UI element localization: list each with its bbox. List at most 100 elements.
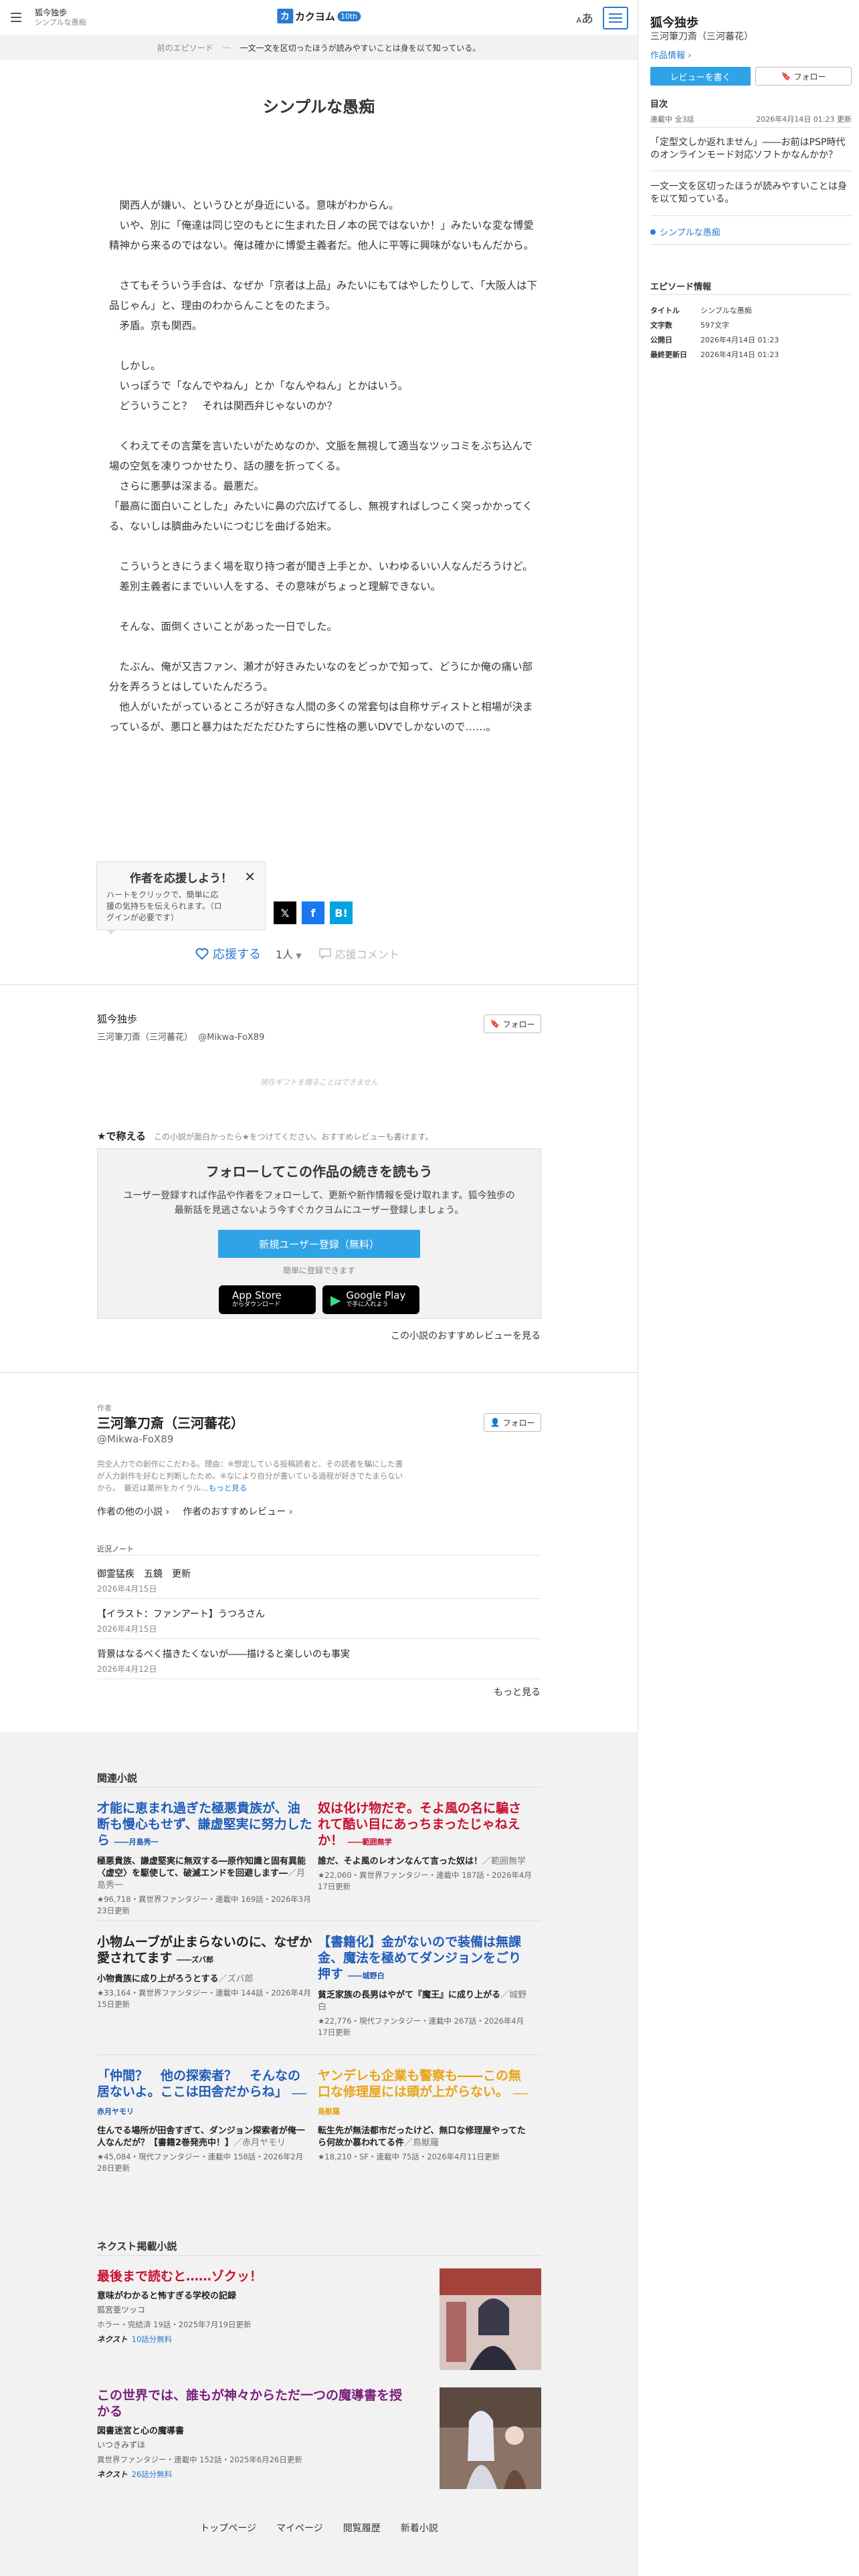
google-play-sub: で手に入れよう: [346, 1301, 389, 1308]
google-play-label: Google Play: [346, 1289, 406, 1301]
author-other-works-label: 作者の他の小説: [97, 1507, 163, 1517]
related-catch[interactable]: 小物ムーブが止まらないのに、なぜか愛されてます ――ズバ郎: [97, 1934, 312, 1968]
work-info-link[interactable]: 作品情報 ›: [650, 48, 691, 61]
episode-paragraph: [109, 336, 541, 356]
sidebar-follow-button[interactable]: 🔖 フォロー: [755, 67, 852, 86]
related-title-text: 小物貴族に成り上がろうとする: [97, 1974, 219, 1984]
author-follow-button[interactable]: 👤 フォロー: [484, 1413, 541, 1432]
support-popup: 作者を応援しよう！ ✕ ハートをクリックで、簡単に応援の気持ちを伝えられます。（…: [96, 861, 266, 934]
font-setting-button[interactable]: Aあ: [576, 9, 593, 27]
cheer-count-toggle[interactable]: 1人 ▼: [276, 946, 302, 962]
app-store-sub: からダウンロード: [232, 1301, 281, 1308]
cheer-button[interactable]: 応援する: [195, 945, 261, 962]
episode-paragraph: くわえてその言葉を言いたいがためなのか、文脈を無視して適当なツッコミをぶち込んで…: [109, 440, 533, 472]
menu-icon[interactable]: [11, 13, 21, 22]
cover-image: [440, 2268, 541, 2370]
related-title[interactable]: 誰だ、そよ風のレオンなんて言った奴は！／範囲無学: [318, 1856, 533, 1868]
current-dot-icon: [650, 229, 656, 235]
x-share-icon[interactable]: 𝕏: [274, 901, 296, 924]
related-catch-author: ――範囲無学: [347, 1838, 392, 1846]
author-caption: 作者: [97, 1404, 112, 1412]
facebook-share-icon[interactable]: f: [302, 901, 324, 924]
work-follow-button[interactable]: 🔖 フォロー: [484, 1014, 541, 1033]
episode-paragraph: [109, 536, 541, 556]
recommended-reviews-link[interactable]: この小説のおすすめレビューを見る: [391, 1329, 541, 1342]
chevron-down-icon: ▼: [296, 952, 302, 960]
cheer-comment-button[interactable]: 応援コメント: [318, 946, 399, 962]
author-recommended-reviews-link[interactable]: 作者のおすすめレビュー ›: [183, 1505, 292, 1518]
sidebar-work-title[interactable]: 狐今独歩: [650, 13, 698, 31]
footer-mypage-link[interactable]: マイページ: [276, 2521, 323, 2535]
app-store-badge[interactable]: App Store からダウンロード: [219, 1285, 316, 1314]
note-title[interactable]: 御霊猛疾 五鏡 更新: [97, 1567, 191, 1580]
work-title[interactable]: 狐今独歩: [97, 1012, 137, 1026]
related-card[interactable]: 奴は化け物だぞ。そよ風の名に騙されて酷い目にあっちまったじゃねえか！ ――範囲無…: [318, 1800, 533, 1893]
related-catch[interactable]: 奴は化け物だぞ。そよ風の名に騙されて酷い目にあっちまったじゃねえか！ ――範囲無…: [318, 1800, 533, 1850]
author-description-text: 完全人力での創作にこだわる。理由：※想定している投稿読者と、その読者を騙にした書…: [97, 1459, 403, 1493]
prev-episode-link[interactable]: 前のエピソード: [157, 42, 213, 53]
related-catch[interactable]: 才能に恵まれ過ぎた極悪貴族が、油断も慢心もせず、謙虚堅実に努力したら ――月島秀…: [97, 1800, 312, 1850]
related-title[interactable]: 転生先が無法都市だったけど、無口な修理屋やってたら何故か慕われてる件／鳥獣羅: [318, 2125, 533, 2149]
next-episode-link[interactable]: 一文一文を区切ったほうが読みやすいことは身を以て知っている。: [240, 42, 480, 53]
work-follow-label: フォロー: [502, 1019, 535, 1029]
author-links: 作者の他の小説 › 作者のおすすめレビュー ›: [97, 1505, 292, 1518]
footer-top-link[interactable]: トップページ: [200, 2521, 256, 2535]
work-author-name[interactable]: 三河筆刀斎（三河蕃花）: [97, 1033, 193, 1043]
related-card[interactable]: 小物ムーブが止まらないのに、なぜか愛されてます ――ズバ郎小物貴族に成り上がろう…: [97, 1934, 312, 2010]
sidebar-author[interactable]: 三河筆刀斎（三河蕃花）: [650, 29, 753, 43]
next-card[interactable]: この世界では、誰もが神々からただ一つの魔導書を授かる 図書迷宮と心の魔導書 いつきみ…: [97, 2387, 541, 2489]
episode-info-key: 文字数: [650, 321, 672, 330]
cheer-comment-label: 応援コメント: [335, 948, 399, 961]
related-author: ／範囲無学: [482, 1856, 526, 1866]
note-title[interactable]: 背景はなるべく描きたくないが――描けると楽しいのも事実: [97, 1647, 350, 1660]
episode-paragraph: [109, 175, 541, 195]
cheer-row: 応援する 1人 ▼ 応援コメント: [195, 945, 399, 962]
author-description-more[interactable]: もっと見る: [209, 1483, 248, 1493]
episode-info-heading: エピソード情報: [650, 282, 712, 292]
related-catch[interactable]: 「仲間？ 他の探索者？ そんなの居ないよ。ここは田舎だからね」 ――赤月ヤモリ: [97, 2068, 312, 2120]
toc-episode-current[interactable]: シンプルな愚痴: [650, 225, 721, 238]
toc-episode-2[interactable]: 一文一文を区切ったほうが読みやすいことは身を以て知っている。: [650, 181, 852, 206]
related-title[interactable]: 小物貴族に成り上がろうとする／ズバ郎: [97, 1973, 312, 1985]
footer-links: トップページ マイページ 閲覧履歴 新着小説: [0, 2521, 638, 2535]
support-popup-text: ハートをクリックで、簡単に応援の気持ちを伝えられます。（ログインが必要です）: [106, 890, 222, 922]
toc-episode-1[interactable]: 「定型文しか返れません」――お前はPSP時代のオンラインモード対応ソフトかなんか…: [650, 136, 852, 162]
related-card[interactable]: ヤンデレも企業も警察も――この無口な修理屋には頭が上がらない。 ――鳥獣羅転生先…: [318, 2068, 533, 2163]
author-other-works-link[interactable]: 作者の他の小説 ›: [97, 1505, 169, 1518]
related-title[interactable]: 極悪貴族、謙虚堅実に無双する―原作知識と固有異能〈虚空〉を駆使して、破滅エンドを…: [97, 1856, 312, 1892]
header-work-title[interactable]: 狐今独歩: [35, 7, 86, 18]
close-icon[interactable]: ✕: [244, 869, 256, 885]
related-title[interactable]: 住んでる場所が田舎すぎて、ダンジョン探索者が俺一人なんだが？【書籍2巻発売中！】…: [97, 2125, 312, 2149]
footer-history-link[interactable]: 閲覧履歴: [343, 2521, 381, 2535]
related-author: ／ズバ郎: [218, 1974, 254, 1984]
divider: [0, 1372, 638, 1373]
write-review-button[interactable]: レビューを書く: [650, 67, 751, 86]
work-author: 三河筆刀斎（三河蕃花） @Mikwa-FoX89: [97, 1030, 264, 1043]
footer-new-link[interactable]: 新着小説: [401, 2521, 438, 2535]
google-play-icon: ▶: [330, 1291, 341, 1308]
related-catch[interactable]: ヤンデレも企業も警察も――この無口な修理屋には頭が上がらない。 ――鳥獣羅: [318, 2068, 533, 2120]
hatena-bookmark-icon[interactable]: B!: [330, 901, 353, 924]
episode-paragraph: 他人がいたがっているところが好きな人間の多くの常套句は自称サディストと相場が決ま…: [109, 701, 533, 733]
next-catch[interactable]: この世界では、誰もが神々からただ一つの魔導書を授かる: [97, 2387, 411, 2420]
kakuyomu-logo[interactable]: カ カクヨム 10th: [276, 9, 361, 23]
note-title[interactable]: 【イラスト：ファンアート】うつろさん: [97, 1607, 265, 1620]
episode-info-key: 公開日: [650, 336, 672, 344]
google-play-badge[interactable]: ▶ Google Play で手に入れよう: [322, 1285, 419, 1314]
related-catch[interactable]: 【書籍化】金がないので装備は無課金、魔法を極めてダンジョンをごり押す ――城野白: [318, 1934, 533, 1984]
related-meta: ★45,084・現代ファンタジー・連載中 158話・2026年2月28日更新: [97, 2152, 304, 2173]
related-card[interactable]: 「仲間？ 他の探索者？ そんなの居ないよ。ここは田舎だからね」 ――赤月ヤモリ住…: [97, 2068, 312, 2174]
next-brand: ネクスト: [97, 2470, 128, 2479]
related-card[interactable]: 【書籍化】金がないので装備は無課金、魔法を極めてダンジョンをごり押す ――城野白…: [318, 1934, 533, 2038]
star-section: ★で称える この小説が面白かったら★をつけてください。おすすめレビューも書けます。: [97, 1129, 433, 1143]
next-card[interactable]: 最後まで読むと……ゾクッ！ 意味がわかると怖すぎる学校の記録 狐宮亜ツッコ ホラー・完…: [97, 2268, 541, 2370]
author-name[interactable]: 三河筆刀斎（三河蕃花）: [97, 1412, 244, 1432]
next-catch[interactable]: 最後まで読むと……ゾクッ！: [97, 2268, 411, 2284]
related-card[interactable]: 才能に恵まれ過ぎた極悪貴族が、油断も慢心もせず、謙虚堅実に努力したら ――月島秀…: [97, 1800, 312, 1917]
store-badges: App Store からダウンロード ▶ Google Play で手に入れよう: [98, 1285, 541, 1314]
divider: [650, 127, 852, 128]
toc-toggle-button[interactable]: [603, 7, 628, 29]
related-title[interactable]: 貧乏家族の長男はやがて『魔王』に成り上がる／城野白: [318, 1990, 533, 2014]
register-button[interactable]: 新規ユーザー登録（無料）: [218, 1230, 420, 1258]
notes-more-link[interactable]: もっと見る: [494, 1685, 541, 1699]
